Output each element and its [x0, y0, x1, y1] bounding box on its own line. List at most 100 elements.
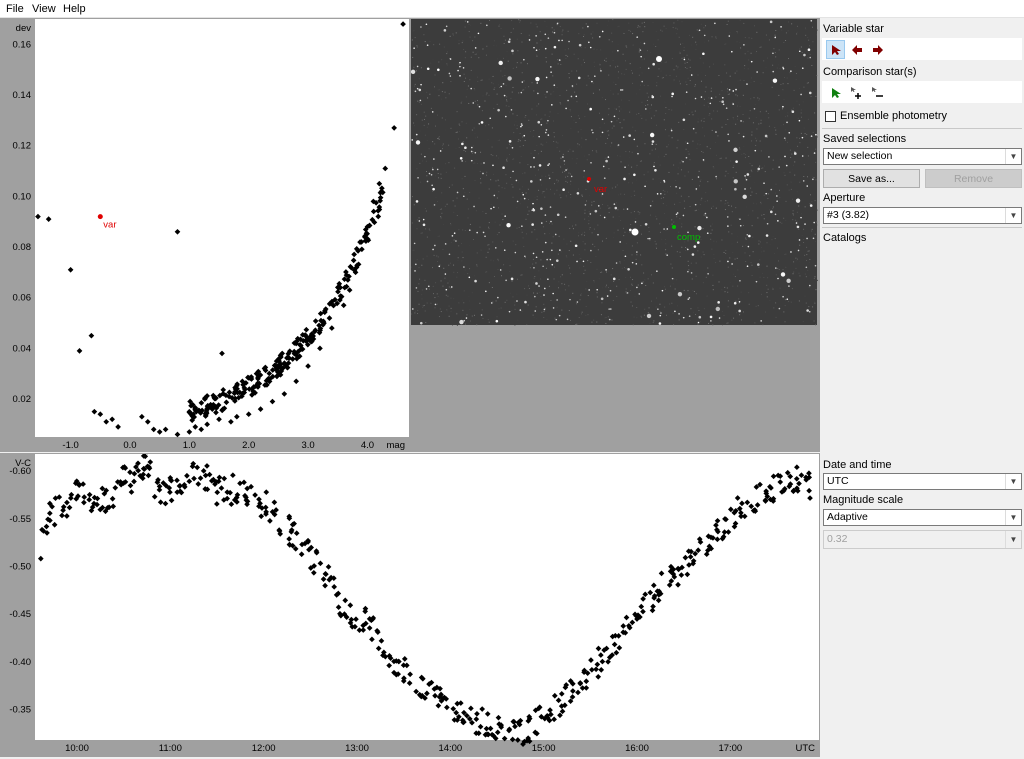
- star[interactable]: [776, 200, 778, 203]
- star[interactable]: [610, 120, 613, 123]
- star[interactable]: [722, 103, 725, 106]
- star[interactable]: [510, 109, 513, 111]
- star[interactable]: [426, 180, 429, 183]
- star[interactable]: [804, 223, 806, 225]
- star[interactable]: [445, 25, 448, 28]
- add-comparison-button[interactable]: [847, 83, 866, 102]
- star[interactable]: [619, 241, 621, 243]
- star[interactable]: [685, 91, 688, 93]
- star[interactable]: [493, 206, 495, 209]
- star[interactable]: [806, 185, 809, 187]
- star[interactable]: [683, 58, 686, 61]
- star[interactable]: [644, 185, 646, 188]
- star[interactable]: [640, 55, 642, 58]
- star[interactable]: [658, 322, 662, 325]
- star[interactable]: [652, 62, 655, 66]
- star[interactable]: [810, 135, 813, 137]
- star[interactable]: [588, 289, 590, 291]
- star[interactable]: [637, 152, 639, 155]
- star[interactable]: [556, 213, 560, 217]
- star[interactable]: [422, 218, 425, 221]
- star[interactable]: [795, 198, 801, 203]
- star[interactable]: [430, 174, 433, 176]
- star[interactable]: [533, 267, 535, 269]
- star[interactable]: [553, 31, 556, 34]
- star[interactable]: [806, 309, 809, 312]
- star[interactable]: [735, 160, 738, 163]
- star[interactable]: [646, 313, 652, 319]
- star[interactable]: [470, 159, 473, 162]
- star[interactable]: [549, 258, 552, 261]
- star[interactable]: [589, 213, 592, 215]
- star[interactable]: [547, 134, 550, 136]
- star[interactable]: [532, 208, 535, 210]
- star[interactable]: [688, 297, 691, 299]
- star[interactable]: [609, 308, 612, 310]
- star[interactable]: [535, 76, 540, 82]
- star[interactable]: [497, 108, 500, 112]
- star[interactable]: [601, 30, 604, 33]
- remove-comparison-button[interactable]: [868, 83, 887, 102]
- star[interactable]: [627, 267, 630, 271]
- star[interactable]: [462, 67, 465, 69]
- star[interactable]: [800, 93, 802, 96]
- star[interactable]: [706, 216, 708, 219]
- star[interactable]: [483, 162, 485, 164]
- star[interactable]: [417, 176, 419, 179]
- star[interactable]: [492, 164, 494, 167]
- star[interactable]: [798, 50, 801, 53]
- star[interactable]: [814, 264, 817, 267]
- star[interactable]: [431, 111, 434, 113]
- star[interactable]: [482, 172, 484, 175]
- star[interactable]: [671, 95, 673, 98]
- star[interactable]: [786, 298, 789, 301]
- star[interactable]: [649, 132, 655, 138]
- star[interactable]: [697, 321, 700, 324]
- star[interactable]: [791, 110, 795, 114]
- star[interactable]: [562, 156, 564, 158]
- star[interactable]: [464, 146, 467, 150]
- select-variable-button[interactable]: [826, 40, 845, 59]
- star[interactable]: [697, 225, 702, 231]
- star[interactable]: [778, 166, 780, 168]
- star[interactable]: [450, 286, 453, 288]
- star[interactable]: [613, 115, 616, 118]
- star[interactable]: [695, 188, 698, 190]
- star[interactable]: [794, 151, 796, 154]
- star[interactable]: [788, 131, 791, 134]
- star[interactable]: [484, 235, 486, 238]
- star[interactable]: [578, 43, 582, 47]
- star[interactable]: [420, 26, 422, 28]
- star[interactable]: [555, 318, 558, 321]
- star[interactable]: [782, 66, 784, 69]
- star[interactable]: [622, 136, 625, 138]
- star[interactable]: [727, 260, 729, 263]
- star[interactable]: [444, 243, 447, 245]
- star[interactable]: [474, 279, 477, 283]
- star[interactable]: [502, 166, 505, 169]
- star[interactable]: [785, 164, 788, 167]
- menu-view[interactable]: View: [32, 3, 56, 15]
- star[interactable]: [678, 313, 680, 315]
- star[interactable]: [550, 220, 552, 223]
- star[interactable]: [456, 191, 459, 194]
- star[interactable]: [508, 310, 511, 313]
- star[interactable]: [687, 270, 689, 273]
- star[interactable]: [414, 270, 416, 272]
- star[interactable]: [476, 231, 478, 234]
- star[interactable]: [414, 90, 417, 93]
- star[interactable]: [424, 155, 426, 158]
- save-as-button[interactable]: Save as...: [823, 169, 920, 188]
- star[interactable]: [798, 239, 801, 241]
- star[interactable]: [462, 195, 465, 198]
- star[interactable]: [587, 25, 589, 28]
- star[interactable]: [516, 300, 518, 302]
- star[interactable]: [553, 84, 556, 86]
- star[interactable]: [621, 89, 624, 91]
- star[interactable]: [551, 104, 553, 106]
- star[interactable]: [777, 277, 779, 280]
- star[interactable]: [709, 102, 712, 105]
- star[interactable]: [565, 107, 567, 110]
- star[interactable]: [809, 204, 813, 207]
- star[interactable]: [777, 220, 779, 222]
